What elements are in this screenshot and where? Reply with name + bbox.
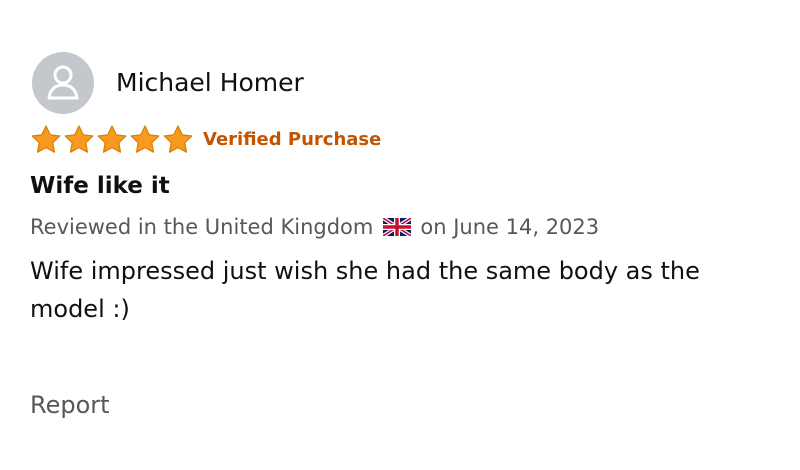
star-rating[interactable] bbox=[30, 124, 195, 155]
star-icon bbox=[97, 125, 127, 153]
review-date: on June 14, 2023 bbox=[420, 215, 600, 239]
star-icon bbox=[130, 125, 160, 153]
review-location: Reviewed in the United Kingdom bbox=[30, 215, 374, 239]
star-icon bbox=[31, 125, 61, 153]
report-link[interactable]: Report bbox=[30, 389, 110, 421]
rating-row: Verified Purchase bbox=[30, 124, 381, 155]
reviewer-name[interactable]: Michael Homer bbox=[116, 68, 304, 98]
customer-review: Michael Homer Verified Purchase Wife lik… bbox=[0, 0, 800, 470]
uk-flag-icon bbox=[383, 218, 412, 236]
reviewer-profile[interactable]: Michael Homer bbox=[32, 52, 304, 114]
review-meta: Reviewed in the United Kingdom on June 1… bbox=[30, 212, 599, 242]
verified-purchase-badge[interactable]: Verified Purchase bbox=[203, 128, 381, 152]
user-avatar-icon bbox=[32, 52, 94, 114]
review-title: Wife like it bbox=[30, 173, 170, 199]
star-icon bbox=[64, 125, 94, 153]
review-body: Wife impressed just wish she had the sam… bbox=[30, 257, 700, 323]
star-icon bbox=[163, 125, 193, 153]
